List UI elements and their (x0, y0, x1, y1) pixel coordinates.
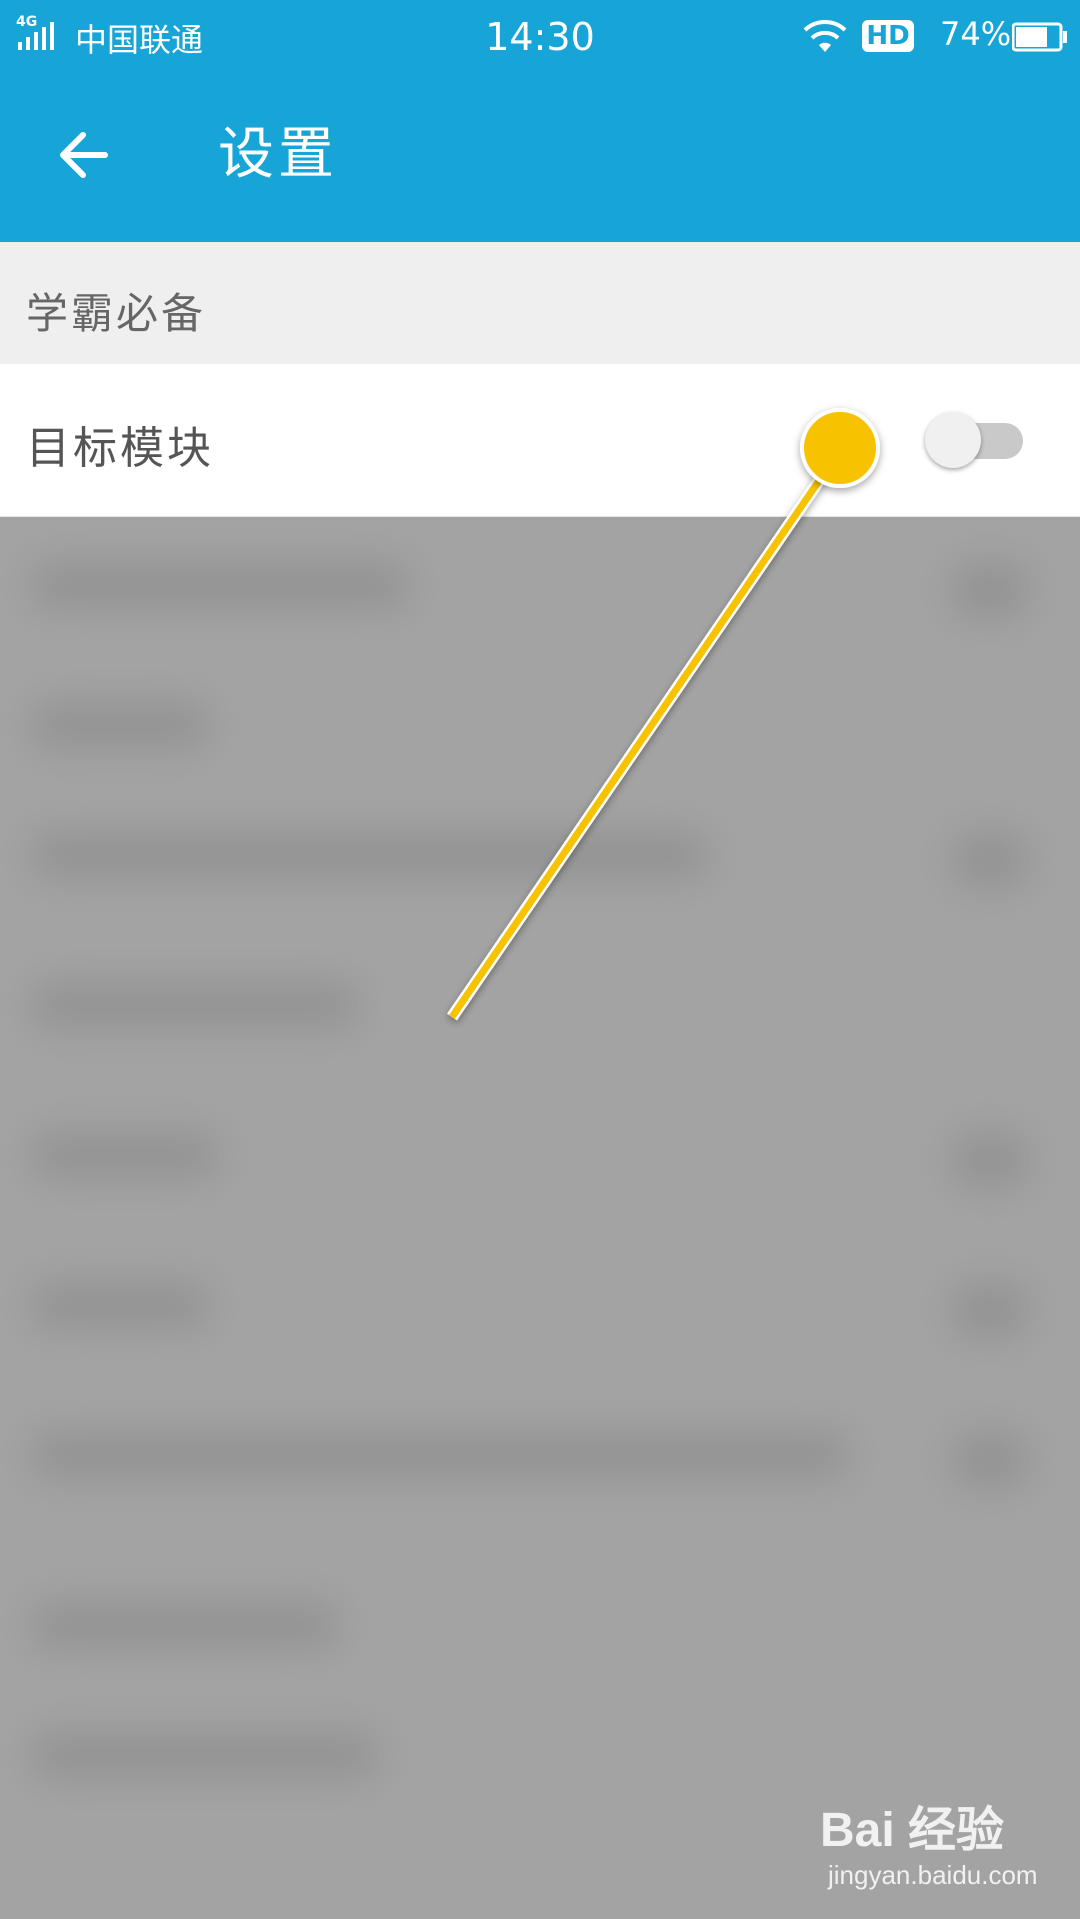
hd-badge: HD (862, 20, 914, 52)
wifi-icon (803, 20, 847, 52)
blurred-row (30, 1430, 850, 1480)
setting-label: 目标模块 (26, 423, 214, 474)
blurred-row (30, 1130, 220, 1180)
blurred-toggle (950, 830, 1030, 890)
blurred-settings-list (0, 530, 1080, 1919)
blurred-row (30, 700, 210, 750)
battery-percent: 74% (940, 15, 1012, 53)
page-title: 设置 (218, 122, 338, 187)
blurred-toggle (950, 560, 1030, 620)
blurred-toggle (950, 1280, 1030, 1340)
blurred-row (30, 1730, 380, 1780)
toggle-knob (925, 412, 981, 468)
app-bar: 设置 (0, 75, 1080, 242)
section-header-label: 学霸必备 (26, 289, 207, 338)
blurred-row (30, 1600, 340, 1650)
blurred-row (30, 830, 710, 880)
setting-row-target-module[interactable]: 目标模块 (0, 364, 1080, 517)
baidu-jingyan-watermark: Bai 经验 jingyan.baidu.com (820, 1790, 1060, 1900)
target-module-toggle[interactable] (925, 409, 1025, 469)
blurred-row (30, 560, 410, 610)
status-bar: 4G 中国联通 14:30 HD 74% (0, 0, 1080, 75)
section-header: 学霸必备 (0, 242, 1080, 364)
blurred-row (30, 980, 360, 1030)
blurred-row (30, 1280, 210, 1330)
arrow-left-icon[interactable] (50, 120, 120, 190)
blurred-toggle (950, 1430, 1030, 1490)
status-time: 14:30 (485, 15, 595, 59)
blurred-toggle (950, 1130, 1030, 1190)
watermark-url: jingyan.baidu.com (828, 1860, 1038, 1890)
battery-icon (1012, 22, 1067, 52)
watermark-brand: Bai 经验 (820, 1804, 1005, 1857)
